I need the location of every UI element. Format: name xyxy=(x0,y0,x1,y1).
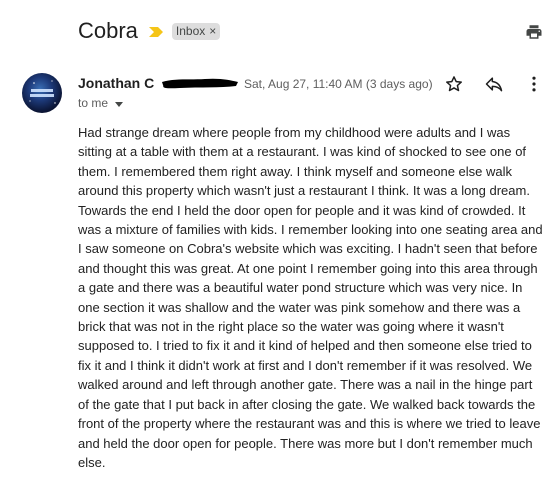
more-vert-icon[interactable] xyxy=(524,74,544,94)
importance-marker-icon[interactable] xyxy=(148,25,164,37)
reply-icon[interactable] xyxy=(484,74,504,94)
email-body: Had strange dream where people from my c… xyxy=(78,125,543,470)
caret-down-icon[interactable] xyxy=(114,98,124,108)
recipient-text: to me xyxy=(78,96,109,110)
sender-name[interactable]: Jonathan C xyxy=(78,75,154,91)
email-date: Sat, Aug 27, 11:40 AM (3 days ago) xyxy=(244,77,433,91)
sender-row: Jonathan C xyxy=(78,75,239,91)
remove-label-icon[interactable]: × xyxy=(209,24,216,38)
avatar[interactable] xyxy=(22,73,62,113)
email-subject: Cobra xyxy=(78,18,138,43)
subject-row: Cobra Inbox × xyxy=(78,16,221,46)
redaction-scribble xyxy=(160,76,239,90)
label-chip-text: Inbox xyxy=(175,24,206,38)
label-chip-inbox[interactable]: Inbox × xyxy=(171,22,221,40)
email-view: Cobra Inbox × Jonathan C Sat, Aug 27, 11 xyxy=(0,0,558,479)
star-icon[interactable] xyxy=(444,74,464,94)
print-icon[interactable] xyxy=(525,23,543,41)
recipient-row[interactable]: to me xyxy=(78,96,124,110)
